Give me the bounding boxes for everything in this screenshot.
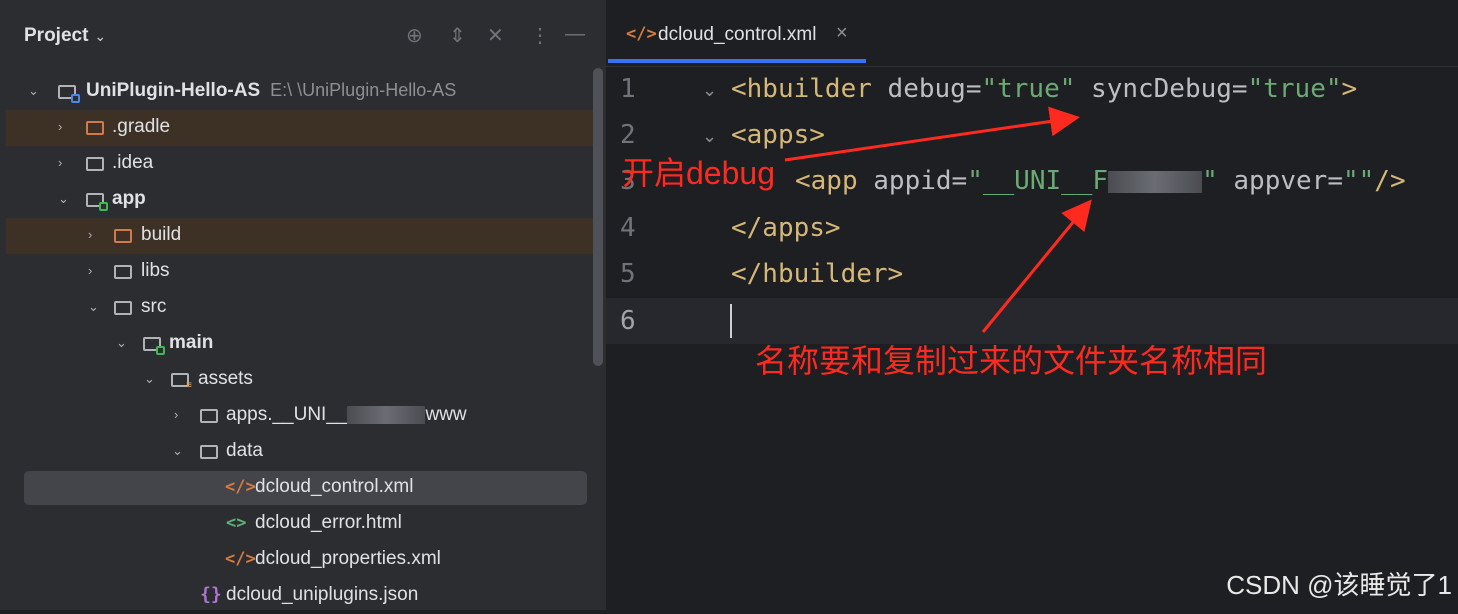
watermark: CSDN @该睡觉了1 [1226, 570, 1452, 600]
annotation-name: 名称要和复制过来的文件夹名称相同 [755, 343, 1268, 379]
annotation-arrows [784, 106, 1092, 333]
annotation-debug: 开启debug [622, 155, 775, 191]
